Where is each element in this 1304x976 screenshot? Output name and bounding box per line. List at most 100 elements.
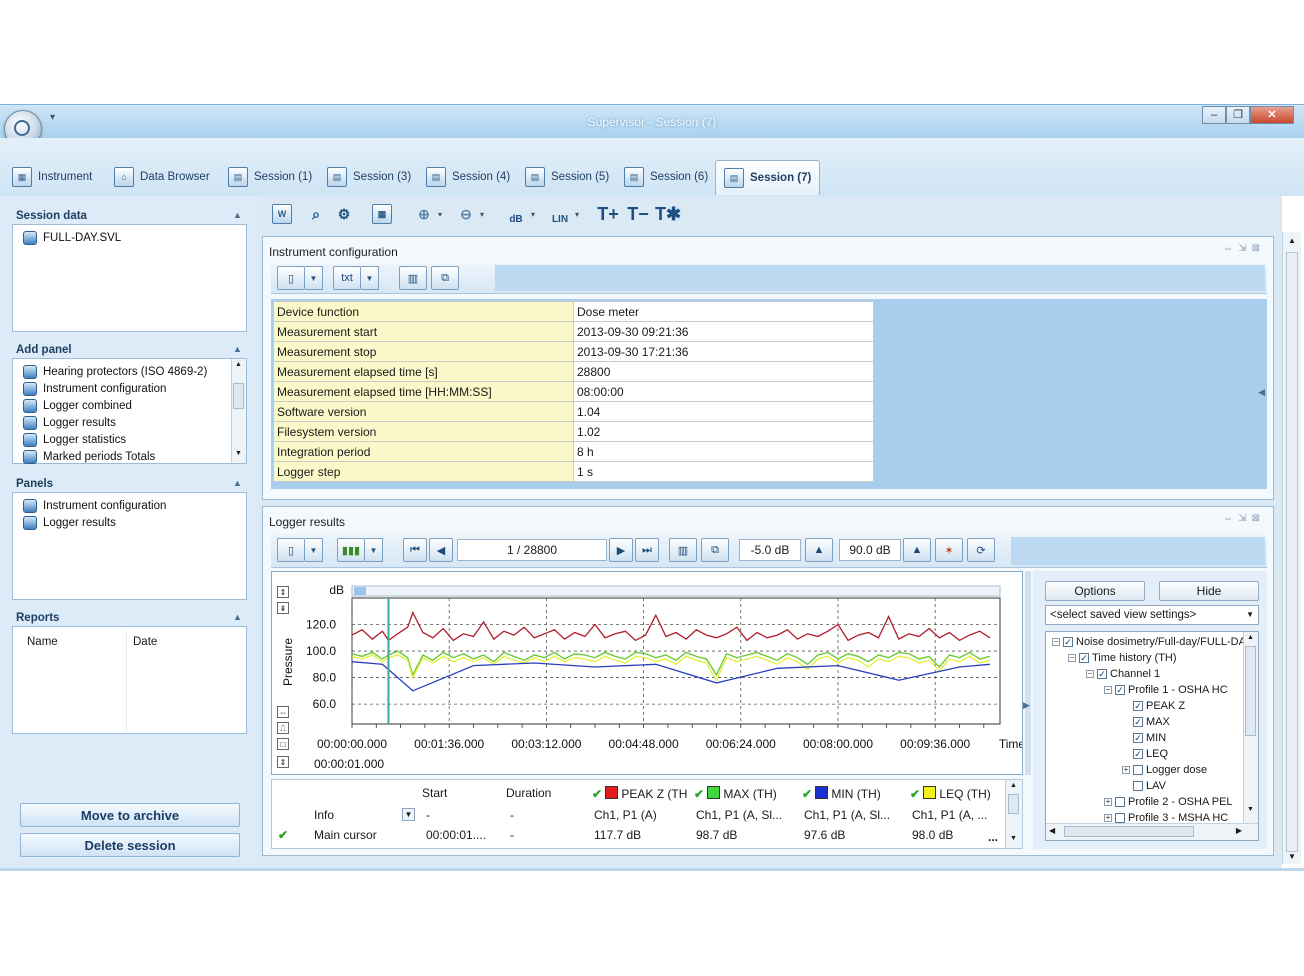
collapse-icon[interactable]: ▲: [233, 344, 242, 354]
config-row[interactable]: Measurement elapsed time [HH:MM:SS] 08:00…: [273, 381, 874, 402]
collapse-icon[interactable]: −: [1068, 654, 1076, 662]
tree-item[interactable]: − ✓ Channel 1: [1086, 666, 1160, 682]
tab-session-1[interactable]: ▤ Session (1): [228, 160, 312, 194]
scroll-right-icon[interactable]: ▶: [1236, 826, 1242, 835]
chart-type-icon[interactable]: ▮▮▮: [337, 538, 365, 562]
tree-checkbox[interactable]: [1133, 765, 1143, 775]
list-item[interactable]: Logger results: [13, 514, 246, 531]
scroll-thumb[interactable]: [1245, 646, 1256, 736]
list-item[interactable]: Instrument configuration: [13, 380, 246, 397]
zoom-in-dropdown-icon[interactable]: ▾: [438, 210, 442, 219]
chart-type-dropdown-icon[interactable]: ▼: [365, 538, 383, 562]
go-next-icon[interactable]: ▶: [609, 538, 633, 562]
scroll-up-icon[interactable]: ▲: [1247, 634, 1254, 641]
picture-export-icon[interactable]: ▲: [903, 538, 931, 562]
tab-data-browser[interactable]: ⌂ Data Browser: [114, 160, 210, 194]
tree-item[interactable]: − ✓ Noise dosimetry/Full-day/FULL-DA: [1052, 634, 1246, 650]
tab-instrument[interactable]: ▦ Instrument: [12, 160, 92, 194]
column-view-dropdown-icon[interactable]: ▼: [305, 266, 323, 290]
table-scrollbar[interactable]: ▲ ▼: [1005, 780, 1022, 848]
collapse-icon[interactable]: ▲: [233, 612, 242, 622]
options-button[interactable]: Options: [1045, 581, 1145, 601]
close-button[interactable]: ✕: [1250, 106, 1294, 124]
tab-session-6[interactable]: ▤ Session (6): [624, 160, 708, 194]
panel-window-icons[interactable]: ⇔⇲⊠: [1223, 513, 1265, 524]
scroll-down-icon[interactable]: ▼: [1010, 835, 1017, 842]
expand-right-icon[interactable]: ◀: [1258, 387, 1265, 398]
list-scrollbar[interactable]: ▲ ▼: [231, 359, 246, 463]
delete-session-button[interactable]: Delete session: [20, 833, 240, 857]
scroll-up-icon[interactable]: ▲: [235, 361, 242, 368]
minimize-button[interactable]: –: [1202, 106, 1226, 124]
tree-hscrollbar[interactable]: ◀ ▶: [1046, 823, 1258, 840]
text-smaller-button[interactable]: T−: [626, 202, 650, 226]
tree-checkbox[interactable]: ✓: [1063, 637, 1073, 647]
info-dropdown-icon[interactable]: ▼: [402, 808, 415, 821]
search-settings-icon[interactable]: ⚙: [332, 202, 356, 226]
db-scale-icon[interactable]: dB: [504, 202, 528, 226]
tree-item[interactable]: + Profile 2 - OSHA PEL: [1104, 794, 1233, 810]
list-item[interactable]: Hearing protectors (ISO 4869-2): [13, 363, 246, 380]
scroll-down-icon[interactable]: ▼: [235, 450, 242, 457]
scroll-left-icon[interactable]: ◀: [1049, 826, 1055, 835]
go-prev-icon[interactable]: ◀: [429, 538, 453, 562]
copy-view-icon[interactable]: ⧉: [701, 538, 729, 562]
tree-item[interactable]: + Logger dose: [1122, 762, 1207, 778]
config-row[interactable]: Filesystem version 1.02: [273, 421, 874, 442]
color-settings-icon[interactable]: ✶: [935, 538, 963, 562]
tree-checkbox[interactable]: [1115, 797, 1125, 807]
lin-dropdown-icon[interactable]: ▾: [575, 210, 579, 219]
session-file-item[interactable]: FULL-DAY.SVL: [13, 229, 246, 246]
refresh-view-icon[interactable]: ⟳: [967, 538, 995, 562]
tree-checkbox[interactable]: ✓: [1097, 669, 1107, 679]
zoom-out-dropdown-icon[interactable]: ▾: [480, 210, 484, 219]
split-view-icon[interactable]: ▥: [669, 538, 697, 562]
panel-layout-icon[interactable]: ▦: [370, 202, 394, 226]
config-row[interactable]: Software version 1.04: [273, 401, 874, 422]
collapse-icon[interactable]: ▲: [233, 478, 242, 488]
tab-session-4[interactable]: ▤ Session (4): [426, 160, 510, 194]
tree-scrollbar[interactable]: ▲ ▼: [1243, 632, 1258, 824]
scroll-thumb[interactable]: [1064, 826, 1194, 837]
column-view-dropdown-icon[interactable]: ▼: [305, 538, 323, 562]
expand-options-icon[interactable]: ▶: [1023, 700, 1030, 711]
scroll-up-icon[interactable]: ▲: [1288, 236, 1296, 245]
tree-item[interactable]: ✓ PEAK Z: [1122, 698, 1185, 714]
list-item[interactable]: Logger combined: [13, 397, 246, 414]
scroll-thumb[interactable]: [1286, 252, 1298, 852]
range-max-field[interactable]: 90.0 dB: [839, 539, 901, 561]
quick-access-dropdown-icon[interactable]: ▾: [50, 112, 55, 123]
splitter[interactable]: [1025, 571, 1031, 775]
split-view-icon[interactable]: ▥: [399, 266, 427, 290]
col-header-max[interactable]: ✔ MAX (TH): [694, 786, 798, 801]
tree-checkbox[interactable]: ✓: [1133, 733, 1143, 743]
export-txt-icon[interactable]: txt: [333, 266, 361, 290]
tab-session-5[interactable]: ▤ Session (5): [525, 160, 609, 194]
zoom-in-icon[interactable]: ⊕: [412, 202, 436, 226]
time-history-chart[interactable]: ⇕ ⇟ ⇔ ⎍ □ ⇕ 120.0 100.0 80.0 60.0 00:00:00.0…: [271, 571, 1023, 775]
collapse-icon[interactable]: ▲: [233, 210, 242, 220]
reports-col-name[interactable]: Name: [27, 636, 58, 648]
config-row[interactable]: Logger step 1 s: [273, 461, 874, 482]
go-last-icon[interactable]: ⏭: [635, 538, 659, 562]
range-min-field[interactable]: -5.0 dB: [739, 539, 801, 561]
expand-icon[interactable]: +: [1122, 766, 1130, 774]
more-columns-button[interactable]: ...: [988, 830, 998, 844]
move-to-archive-button[interactable]: Move to archive: [20, 803, 240, 827]
zoom-out-icon[interactable]: ⊖: [454, 202, 478, 226]
list-item[interactable]: Instrument configuration: [13, 497, 246, 514]
saved-view-select[interactable]: <select saved view settings> ▼: [1045, 605, 1259, 625]
hide-button[interactable]: Hide: [1159, 581, 1259, 601]
list-item[interactable]: Marked periods Totals: [13, 448, 246, 465]
go-first-icon[interactable]: ⏮: [403, 538, 427, 562]
config-row[interactable]: Integration period 8 h: [273, 441, 874, 462]
tree-item[interactable]: − ✓ Profile 1 - OSHA HC: [1104, 682, 1228, 698]
scroll-thumb[interactable]: [1008, 794, 1019, 814]
collapse-icon[interactable]: −: [1052, 638, 1060, 646]
text-reset-button[interactable]: T✱: [655, 202, 681, 226]
col-header-leq[interactable]: ✔ LEQ (TH): [910, 786, 1010, 801]
config-row[interactable]: Measurement stop 2013-09-30 17:21:36: [273, 341, 874, 362]
scroll-down-icon[interactable]: ▼: [1288, 852, 1296, 861]
position-field[interactable]: 1 / 28800: [457, 539, 607, 561]
reports-col-date[interactable]: Date: [133, 636, 157, 648]
